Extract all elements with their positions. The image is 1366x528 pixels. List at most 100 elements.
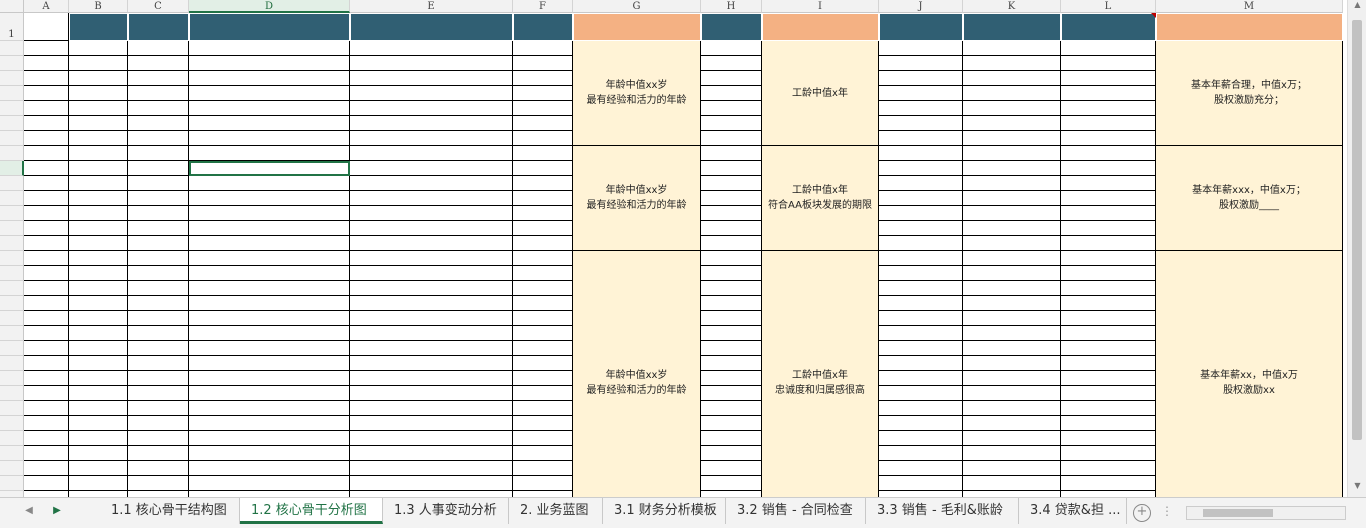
cell-name[interactable] xyxy=(128,386,189,401)
cell-a[interactable] xyxy=(24,116,69,131)
cell-tenure[interactable] xyxy=(701,431,762,446)
cell-name[interactable] xyxy=(128,401,189,416)
scroll-down-arrow-icon[interactable]: ▼ xyxy=(1348,481,1366,497)
cell-salary[interactable] xyxy=(1061,326,1156,341)
cell-name[interactable] xyxy=(128,221,189,236)
cell-key-person[interactable] xyxy=(189,266,350,281)
cell-seq[interactable] xyxy=(69,116,128,131)
row-header-6[interactable] xyxy=(0,101,24,116)
cell-age[interactable] xyxy=(513,161,573,176)
cell-ipo-value[interactable] xyxy=(963,146,1061,161)
column-title-age-analysis[interactable] xyxy=(573,13,701,41)
cell-duty[interactable] xyxy=(350,461,513,476)
cell-duty[interactable] xyxy=(350,176,513,191)
merged-age-note[interactable]: 年龄中值xx岁 最有经验和活力的年龄 xyxy=(573,146,701,251)
cell-a[interactable] xyxy=(24,401,69,416)
cell-key-person[interactable] xyxy=(189,401,350,416)
tab-next-icon[interactable]: ▶ xyxy=(50,504,64,518)
cell-name[interactable] xyxy=(128,176,189,191)
cell-name[interactable] xyxy=(128,281,189,296)
cell-duty[interactable] xyxy=(350,251,513,266)
cell-ipo-value[interactable] xyxy=(963,116,1061,131)
cell-seq[interactable] xyxy=(69,416,128,431)
cell-name[interactable] xyxy=(128,296,189,311)
cell-shares[interactable] xyxy=(879,86,963,101)
cell-tenure[interactable] xyxy=(701,101,762,116)
cell-shares[interactable] xyxy=(879,206,963,221)
row-header-25[interactable] xyxy=(0,386,24,401)
row-header-30[interactable] xyxy=(0,461,24,476)
cell-key-person[interactable] xyxy=(189,311,350,326)
cell-salary[interactable] xyxy=(1061,56,1156,71)
cell-name[interactable] xyxy=(128,476,189,491)
cell-tenure[interactable] xyxy=(701,116,762,131)
cell-ipo-value[interactable] xyxy=(963,266,1061,281)
cell-name[interactable] xyxy=(128,371,189,386)
column-title-age[interactable] xyxy=(513,13,573,41)
cell-duty[interactable] xyxy=(350,206,513,221)
cell-a[interactable] xyxy=(24,71,69,86)
cell-age[interactable] xyxy=(513,341,573,356)
cell-shares[interactable] xyxy=(879,356,963,371)
cell-key-person[interactable] xyxy=(189,236,350,251)
cell-tenure[interactable] xyxy=(701,236,762,251)
cell-key-person[interactable] xyxy=(189,86,350,101)
cell-age[interactable] xyxy=(513,176,573,191)
cell-name[interactable] xyxy=(128,161,189,176)
cell-name[interactable] xyxy=(128,446,189,461)
cell-salary[interactable] xyxy=(1061,281,1156,296)
cell-salary[interactable] xyxy=(1061,176,1156,191)
cell-key-person[interactable] xyxy=(189,146,350,161)
column-header-j[interactable]: J xyxy=(879,0,963,13)
cell-shares[interactable] xyxy=(879,191,963,206)
cell-age[interactable] xyxy=(513,416,573,431)
cell-key-person[interactable] xyxy=(189,341,350,356)
row-header-15[interactable] xyxy=(0,236,24,251)
merged-pay-note[interactable]: 基本年薪xx，中值x万 股权激励xx xyxy=(1156,251,1343,497)
cell-tenure[interactable] xyxy=(701,416,762,431)
cell-name[interactable] xyxy=(128,206,189,221)
cell-seq[interactable] xyxy=(69,371,128,386)
column-title-shares[interactable] xyxy=(879,13,963,41)
cell-salary[interactable] xyxy=(1061,161,1156,176)
cell-a[interactable] xyxy=(24,236,69,251)
cell-duty[interactable] xyxy=(350,446,513,461)
cell-name[interactable] xyxy=(128,86,189,101)
cell-shares[interactable] xyxy=(879,236,963,251)
cell-duty[interactable] xyxy=(350,311,513,326)
cell-shares[interactable] xyxy=(879,251,963,266)
cell-key-person[interactable] xyxy=(189,281,350,296)
cell-seq[interactable] xyxy=(69,431,128,446)
cell-salary[interactable] xyxy=(1061,206,1156,221)
cell-tenure[interactable] xyxy=(701,446,762,461)
column-title-pay-analysis[interactable] xyxy=(1156,13,1343,41)
cell-age[interactable] xyxy=(513,476,573,491)
cell-seq[interactable] xyxy=(69,401,128,416)
cell-salary[interactable] xyxy=(1061,86,1156,101)
cell-duty[interactable] xyxy=(350,341,513,356)
cell-name[interactable] xyxy=(128,431,189,446)
cell-a[interactable] xyxy=(24,266,69,281)
cell-name[interactable] xyxy=(128,236,189,251)
cell-shares[interactable] xyxy=(879,221,963,236)
cell-key-person[interactable] xyxy=(189,101,350,116)
column-header-m[interactable]: M xyxy=(1156,0,1343,13)
row-header-9[interactable] xyxy=(0,146,24,161)
cell-seq[interactable] xyxy=(69,461,128,476)
cell-age[interactable] xyxy=(513,41,573,56)
cell-key-person[interactable] xyxy=(189,131,350,146)
cell-salary[interactable] xyxy=(1061,476,1156,491)
cell-age[interactable] xyxy=(513,431,573,446)
cell-age[interactable] xyxy=(513,221,573,236)
column-title-seq[interactable] xyxy=(69,13,128,41)
cell-ipo-value[interactable] xyxy=(963,41,1061,56)
cell-shares[interactable] xyxy=(879,416,963,431)
row-header-19[interactable] xyxy=(0,296,24,311)
cell-key-person[interactable] xyxy=(189,461,350,476)
cell-ipo-value[interactable] xyxy=(963,131,1061,146)
cell-salary[interactable] xyxy=(1061,386,1156,401)
column-header-b[interactable]: B xyxy=(69,0,128,13)
cell-shares[interactable] xyxy=(879,71,963,86)
row-header-4[interactable] xyxy=(0,71,24,86)
cell-a[interactable] xyxy=(24,341,69,356)
